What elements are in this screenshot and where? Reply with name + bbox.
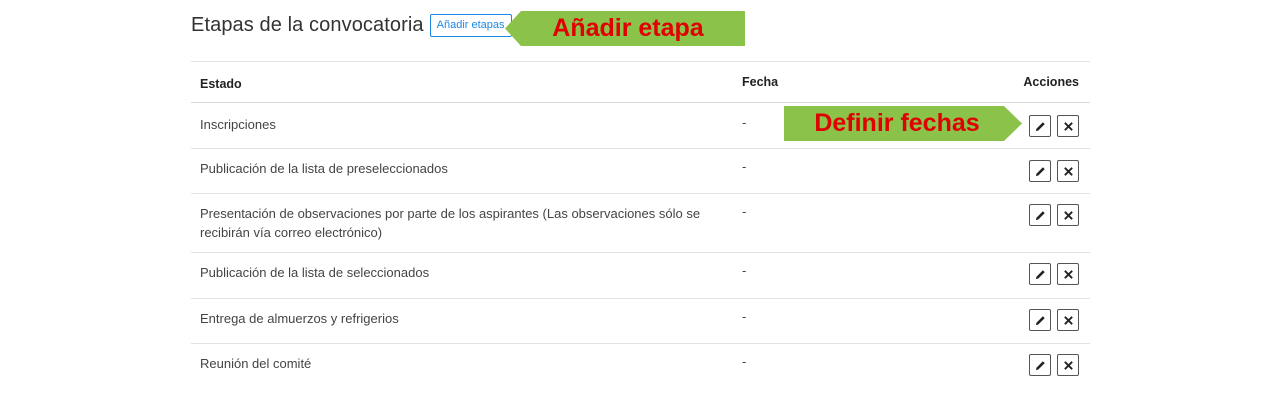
edit-button[interactable] — [1029, 204, 1051, 226]
pencil-icon — [1035, 269, 1045, 279]
delete-button[interactable] — [1057, 354, 1079, 376]
close-icon — [1063, 210, 1073, 220]
edit-button[interactable] — [1029, 354, 1051, 376]
stage-date: - — [742, 263, 747, 278]
table-row: Reunión del comité - — [191, 344, 1090, 389]
column-header-fecha: Fecha — [742, 75, 779, 89]
table-row: Entrega de almuerzos y refrigerios - — [191, 299, 1090, 344]
stage-date: - — [742, 115, 747, 130]
row-actions — [1029, 263, 1079, 285]
close-icon — [1063, 269, 1073, 279]
callout-define-dates: Definir fechas — [784, 106, 1022, 141]
edit-button[interactable] — [1029, 160, 1051, 182]
stage-date: - — [742, 309, 747, 324]
pencil-icon — [1035, 360, 1045, 370]
close-icon — [1063, 121, 1073, 131]
table-header-row: Estado Fecha Acciones — [191, 62, 1090, 103]
delete-button[interactable] — [1057, 160, 1079, 182]
table-row: Publicación de la lista de seleccionados… — [191, 253, 1090, 299]
stage-name: Entrega de almuerzos y refrigerios — [200, 311, 399, 326]
table-row: Publicación de la lista de preselecciona… — [191, 149, 1090, 194]
delete-button[interactable] — [1057, 309, 1079, 331]
edit-button[interactable] — [1029, 309, 1051, 331]
pencil-icon — [1035, 121, 1045, 131]
section-header: Etapas de la convocatoria Añadir etapas — [191, 14, 512, 37]
stage-name: Inscripciones — [200, 117, 276, 132]
pencil-icon — [1035, 166, 1045, 176]
edit-button[interactable] — [1029, 263, 1051, 285]
row-actions — [1029, 354, 1079, 376]
column-header-estado: Estado — [200, 77, 242, 91]
close-icon — [1063, 166, 1073, 176]
callout-add-stage: Añadir etapa — [505, 11, 745, 46]
pencil-icon — [1035, 315, 1045, 325]
stage-name: Publicación de la lista de seleccionados — [200, 265, 430, 280]
stage-name: Reunión del comité — [200, 356, 312, 371]
stage-date: - — [742, 204, 747, 219]
delete-button[interactable] — [1057, 115, 1079, 137]
table-row: Presentación de observaciones por parte … — [191, 194, 1090, 253]
stage-date: - — [742, 159, 747, 174]
edit-button[interactable] — [1029, 115, 1051, 137]
row-actions — [1029, 204, 1079, 226]
pencil-icon — [1035, 210, 1045, 220]
page-title: Etapas de la convocatoria — [191, 14, 424, 36]
row-actions — [1029, 115, 1079, 137]
delete-button[interactable] — [1057, 204, 1079, 226]
stage-name: Publicación de la lista de preselecciona… — [200, 161, 448, 176]
row-actions — [1029, 309, 1079, 331]
close-icon — [1063, 315, 1073, 325]
add-stages-button[interactable]: Añadir etapas — [429, 14, 512, 37]
stage-date: - — [742, 354, 747, 369]
row-actions — [1029, 160, 1079, 182]
stage-name: Presentación de observaciones por parte … — [200, 206, 701, 240]
close-icon — [1063, 360, 1073, 370]
delete-button[interactable] — [1057, 263, 1079, 285]
column-header-acciones: Acciones — [1023, 75, 1079, 89]
